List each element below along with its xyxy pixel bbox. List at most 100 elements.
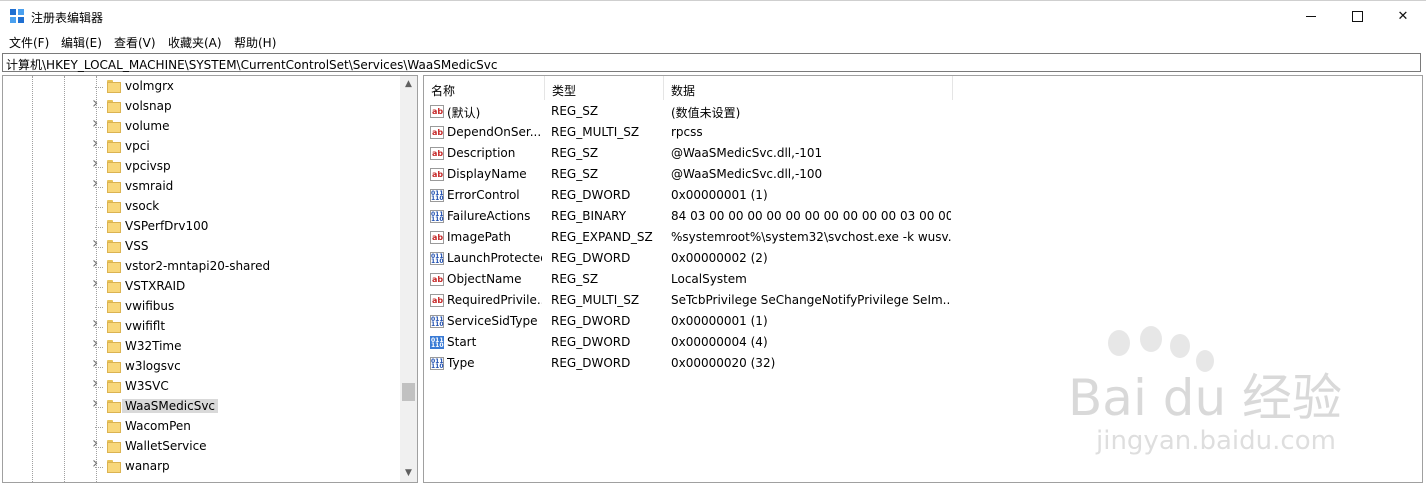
menu-favorites[interactable]: 收藏夹(A) [168, 34, 222, 51]
expand-chevron-icon[interactable]: › [92, 115, 102, 131]
tree-item[interactable]: › w3logsvc [3, 355, 401, 377]
expand-chevron-icon[interactable]: › [92, 135, 102, 151]
scroll-down-button[interactable]: ▼ [400, 465, 417, 482]
value-row[interactable]: 011 110 FailureActions REG_BINARY 84 03 00 0… [424, 206, 1422, 227]
tree-connector-line [95, 227, 103, 228]
expand-chevron-icon[interactable]: › [92, 455, 102, 471]
watermark-url: jingyan.baidu.com [1096, 426, 1336, 456]
value-data: 0x00000020 (32) [671, 356, 776, 370]
folder-icon [107, 240, 121, 253]
tree-item[interactable]: › vwififlt [3, 315, 401, 337]
title-bar[interactable]: 注册表编辑器 ✕ [0, 1, 1426, 32]
tree-item[interactable]: › vsmraid [3, 175, 401, 197]
menu-help[interactable]: 帮助(H) [234, 34, 276, 51]
string-value-icon: ab [430, 147, 444, 160]
tree-item[interactable]: › WaaSMedicSvc [3, 395, 401, 417]
menu-file[interactable]: 文件(F) [9, 34, 49, 51]
tree-item-label: VSPerfDrv100 [125, 219, 209, 233]
address-bar[interactable]: 计算机\HKEY_LOCAL_MACHINE\SYSTEM\CurrentCon… [2, 53, 1421, 72]
expand-chevron-icon[interactable]: › [92, 375, 102, 391]
scroll-up-button[interactable]: ▲ [400, 76, 417, 93]
value-name: Type [447, 356, 475, 370]
tree-item-label: W32Time [125, 339, 182, 353]
tree-item[interactable]: VSPerfDrv100 [3, 217, 401, 237]
key-tree-pane[interactable]: volmgrx › volsnap › volume › vpci › vpcivsp › vsmr… [2, 75, 418, 483]
tree-item[interactable]: › W32Time [3, 335, 401, 357]
column-type-header[interactable]: 类型 [545, 76, 664, 100]
value-row[interactable]: ab (默认) REG_SZ (数值未设置) [424, 101, 1422, 122]
column-name-header[interactable]: 名称 [424, 76, 545, 100]
tree-item[interactable]: › wanarp [3, 455, 401, 477]
tree-scrollbar[interactable]: ▲ ▼ [400, 76, 417, 482]
tree-item[interactable]: › WalletService [3, 435, 401, 457]
string-value-icon: ab [430, 294, 444, 307]
tree-item[interactable]: › vpci [3, 135, 401, 157]
window-title: 注册表编辑器 [31, 11, 104, 25]
maximize-icon [1351, 11, 1363, 22]
expand-chevron-icon[interactable]: › [92, 275, 102, 291]
expand-chevron-icon[interactable]: › [92, 235, 102, 251]
value-name: ServiceSidType [447, 314, 538, 328]
tree-item[interactable]: › VSS [3, 235, 401, 257]
binary-value-icon: 011 110 [430, 315, 444, 328]
binary-value-icon: 011 110 [430, 336, 444, 349]
tree-item[interactable]: vwifibus [3, 297, 401, 317]
maximize-button[interactable] [1334, 1, 1380, 32]
binary-value-icon: 011 110 [430, 210, 444, 223]
folder-icon [107, 340, 121, 353]
minimize-button[interactable] [1288, 1, 1334, 32]
expand-chevron-icon[interactable]: › [92, 255, 102, 271]
tree-item[interactable]: › volsnap [3, 95, 401, 117]
menu-edit[interactable]: 编辑(E) [61, 34, 102, 51]
binary-value-icon: 011 110 [430, 357, 444, 370]
expand-chevron-icon[interactable]: › [92, 95, 102, 111]
expand-chevron-icon[interactable]: › [92, 395, 102, 411]
value-type: REG_BINARY [551, 209, 627, 223]
value-row[interactable]: ab DependOnSer... REG_MULTI_SZ rpcss [424, 122, 1422, 143]
expand-chevron-icon[interactable]: › [92, 155, 102, 171]
tree-item[interactable]: vsock [3, 197, 401, 217]
tree-item[interactable]: › vpcivsp [3, 155, 401, 177]
value-row[interactable]: ab Description REG_SZ @WaaSMedicSvc.dll,-10… [424, 143, 1422, 164]
folder-icon [107, 80, 121, 93]
string-value-icon: ab [430, 126, 444, 139]
value-row[interactable]: 011 110 ErrorControl REG_DWORD 0x00000001 (1… [424, 185, 1422, 206]
value-data: %systemroot%\system32\svchost.exe -k wus… [671, 230, 951, 244]
expand-chevron-icon[interactable]: › [92, 335, 102, 351]
value-row[interactable]: 011 110 LaunchProtected REG_DWORD 0x00000002… [424, 248, 1422, 269]
folder-icon [107, 300, 121, 313]
value-type: REG_SZ [551, 167, 599, 181]
tree-connector-line [95, 207, 103, 208]
tree-item[interactable]: › volume [3, 115, 401, 137]
tree-item-label: volume [125, 119, 170, 133]
value-data: rpcss [671, 125, 703, 139]
expand-chevron-icon[interactable]: › [92, 435, 102, 451]
tree-item-label: W3SVC [125, 379, 169, 393]
close-button[interactable]: ✕ [1380, 1, 1426, 32]
tree-item-label: vpcivsp [125, 159, 171, 173]
value-type: REG_MULTI_SZ [551, 125, 640, 139]
value-name: ObjectName [447, 272, 522, 286]
tree-item[interactable]: › W3SVC [3, 375, 401, 397]
value-row[interactable]: ab ObjectName REG_SZ LocalSystem [424, 269, 1422, 290]
value-row[interactable]: ab ImagePath REG_EXPAND_SZ %systemroot%\sys… [424, 227, 1422, 248]
value-row[interactable]: ab DisplayName REG_SZ @WaaSMedicSvc.dll,-10… [424, 164, 1422, 185]
scroll-thumb[interactable] [402, 383, 415, 402]
value-row[interactable]: ab RequiredPrivile... REG_MULTI_SZ SeTcbPri… [424, 290, 1422, 311]
tree-item[interactable]: › vstor2-mntapi20-shared [3, 255, 401, 277]
value-data: 0x00000001 (1) [671, 314, 768, 328]
value-type: REG_DWORD [551, 335, 631, 349]
address-path: 计算机\HKEY_LOCAL_MACHINE\SYSTEM\CurrentCon… [6, 58, 498, 72]
tree-item[interactable]: volmgrx [3, 77, 401, 97]
value-type: REG_DWORD [551, 356, 631, 370]
tree-item-label: w3logsvc [125, 359, 181, 373]
menu-view[interactable]: 查看(V) [114, 34, 156, 51]
column-data-header[interactable]: 数据 [664, 76, 953, 100]
expand-chevron-icon[interactable]: › [92, 355, 102, 371]
expand-chevron-icon[interactable]: › [92, 175, 102, 191]
tree-item[interactable]: › VSTXRAID [3, 275, 401, 297]
menu-bar: 文件(F) 编辑(E) 查看(V) 收藏夹(A) 帮助(H) [0, 32, 1426, 52]
tree-item[interactable]: WacomPen [3, 417, 401, 437]
expand-chevron-icon[interactable]: › [92, 315, 102, 331]
folder-icon [107, 460, 121, 473]
